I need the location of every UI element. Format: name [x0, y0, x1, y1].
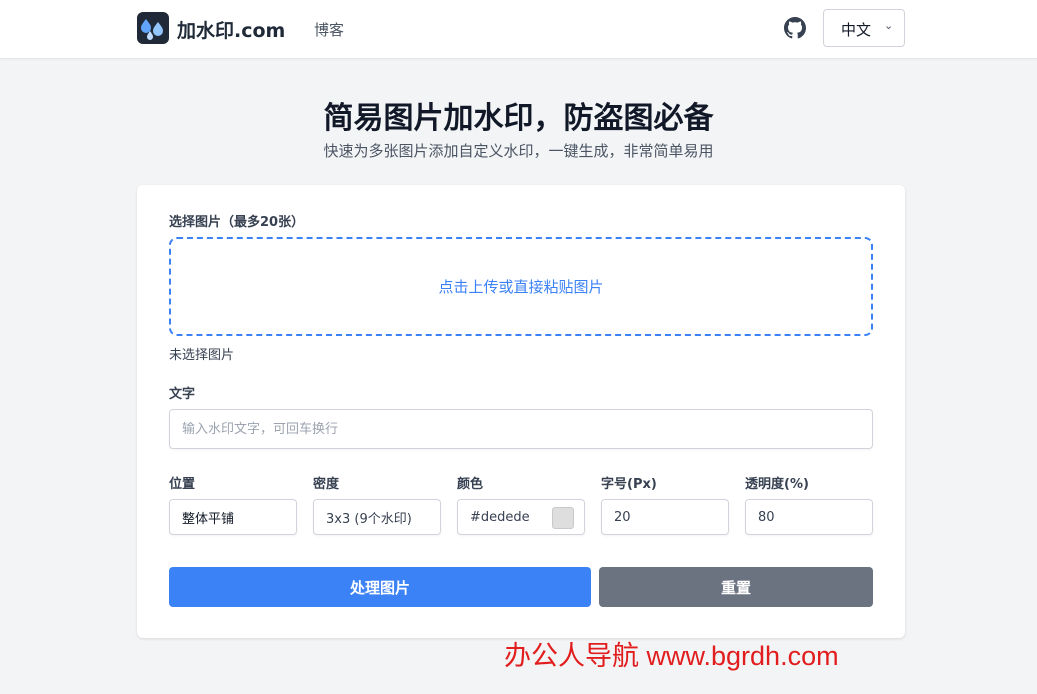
top-navbar: 加水印.com 博客 中文 ⌄: [0, 0, 1037, 59]
nav-blog-link[interactable]: 博客: [314, 19, 344, 40]
watermark-form-card: 选择图片（最多20张） 点击上传或直接粘贴图片 未选择图片 文字 位置 密度 颜…: [137, 185, 905, 638]
watermark-text-input[interactable]: [169, 409, 873, 449]
font-size-label: 字号(Px): [601, 477, 657, 492]
image-dropzone[interactable]: 点击上传或直接粘贴图片: [169, 237, 873, 336]
page-subtitle: 快速为多张图片添加自定义水印，一键生成，非常简单易用: [323, 142, 714, 160]
density-select[interactable]: 3x3 (9个水印): [313, 499, 441, 535]
text-label: 文字: [169, 387, 196, 402]
github-icon[interactable]: [784, 17, 806, 39]
language-value: 中文: [841, 21, 872, 39]
opacity-value: 80: [758, 509, 775, 525]
color-value: #dedede: [470, 509, 530, 525]
font-size-input[interactable]: 20: [601, 499, 729, 535]
chevron-down-icon: ⌄: [884, 19, 894, 32]
brand-name[interactable]: 加水印.com: [177, 16, 285, 43]
select-images-label: 选择图片（最多20张）: [169, 215, 305, 230]
color-input[interactable]: #dedede: [457, 499, 585, 535]
color-label: 颜色: [457, 477, 484, 492]
position-select[interactable]: 整体平铺: [169, 499, 297, 535]
opacity-label: 透明度(%): [745, 477, 809, 492]
color-swatch[interactable]: [552, 507, 574, 529]
opacity-input[interactable]: 80: [745, 499, 873, 535]
process-images-button[interactable]: 处理图片: [169, 567, 591, 607]
water-drops-icon[interactable]: [137, 12, 169, 44]
page-title: 简易图片加水印，防盗图必备: [323, 101, 714, 136]
language-select[interactable]: 中文 ⌄: [823, 9, 905, 47]
density-label: 密度: [313, 477, 340, 492]
position-value: 整体平铺: [182, 511, 235, 527]
no-file-status: 未选择图片: [169, 348, 235, 363]
density-value: 3x3 (9个水印): [326, 511, 412, 527]
reset-button[interactable]: 重置: [599, 567, 873, 607]
overlay-watermark-text: 办公人导航 www.bgrdh.com: [504, 641, 839, 671]
font-size-value: 20: [614, 509, 631, 525]
position-label: 位置: [169, 477, 196, 492]
